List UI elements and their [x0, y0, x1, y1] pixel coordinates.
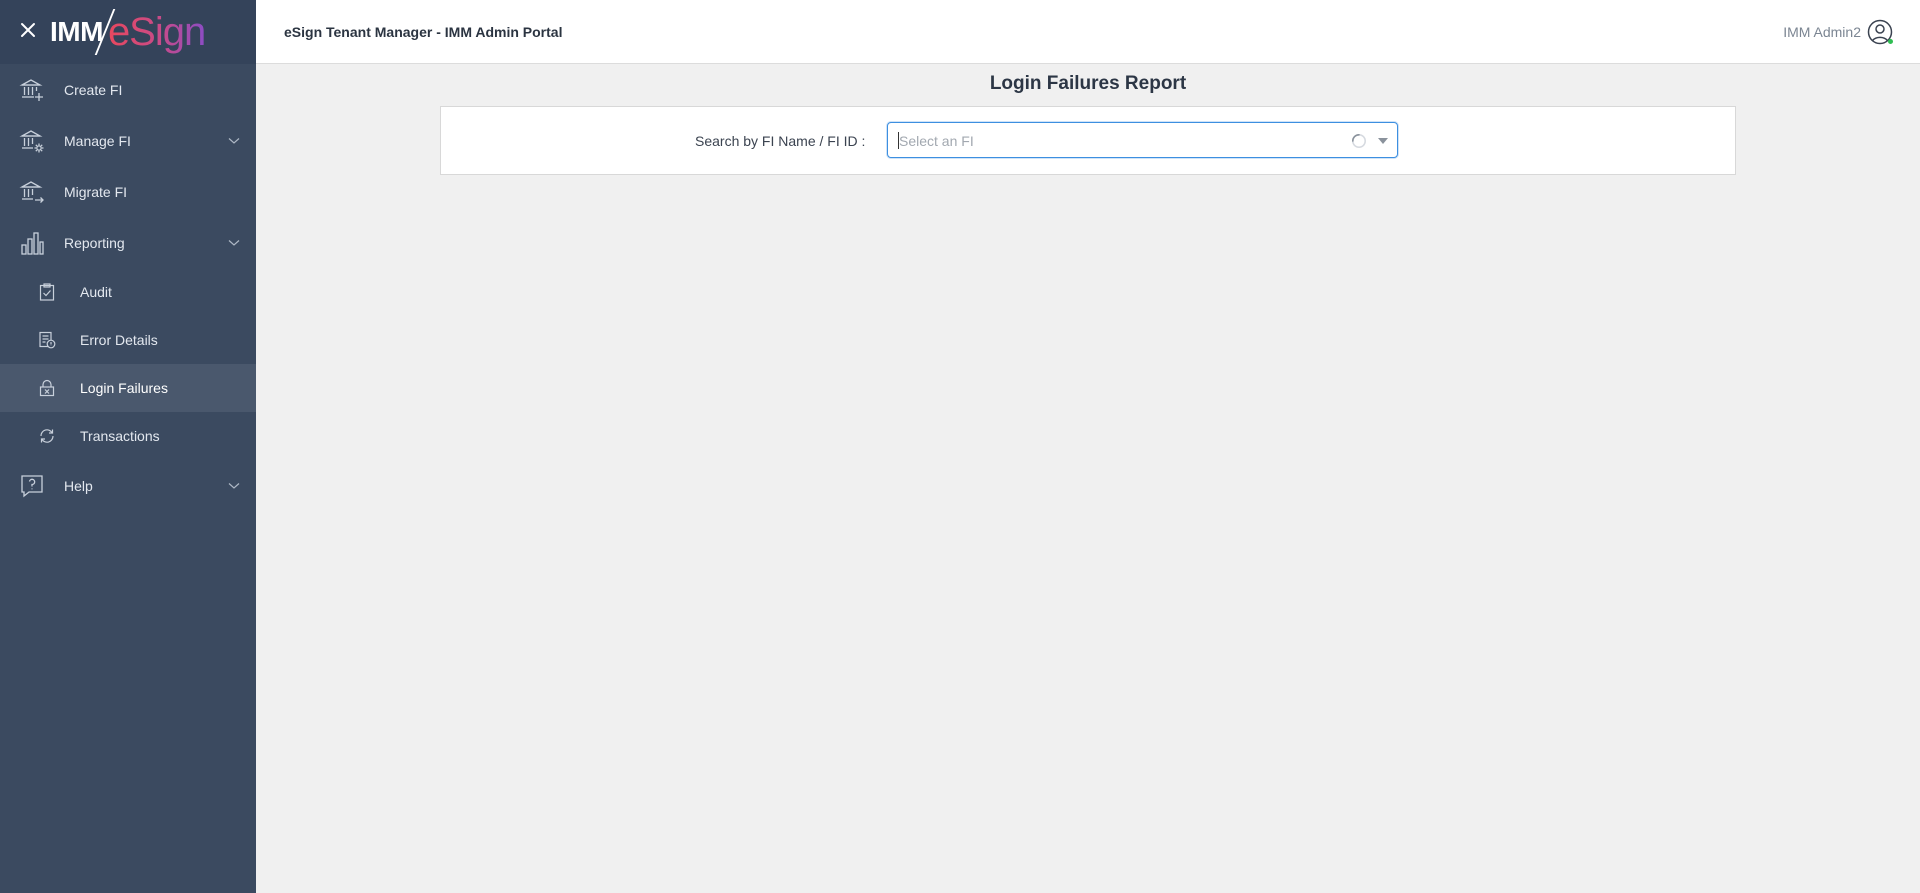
logo-imm-text: IMM: [50, 16, 103, 47]
sidebar-item-label: Transactions: [80, 428, 160, 444]
sidebar-item-label: Login Failures: [80, 380, 168, 396]
app-title: eSign Tenant Manager - IMM Admin Portal: [284, 24, 563, 40]
bank-settings-icon: [19, 129, 44, 152]
sidebar-item-label: Manage FI: [64, 132, 131, 149]
user-menu[interactable]: IMM Admin2: [1783, 19, 1893, 45]
sidebar: IMM eSign Create FI Manage FI Migrate FI…: [0, 0, 256, 893]
chevron-down-icon: [228, 239, 240, 246]
clipboard-check-icon: [39, 283, 55, 301]
sidebar-item-reporting[interactable]: Reporting: [0, 217, 256, 268]
sidebar-item-create-fi[interactable]: Create FI: [0, 64, 256, 115]
search-panel: Search by FI Name / FI ID : Select an FI: [440, 106, 1736, 175]
bank-add-icon: [19, 78, 43, 101]
sidebar-item-label: Audit: [80, 284, 112, 300]
fi-select-placeholder: Select an FI: [899, 133, 974, 149]
sidebar-item-transactions[interactable]: Transactions: [0, 412, 256, 460]
brand-bar: IMM eSign: [0, 0, 256, 64]
online-status-dot: [1888, 39, 1893, 44]
loading-spinner-icon: [1352, 134, 1366, 148]
sidebar-item-login-failures[interactable]: Login Failures: [0, 364, 256, 412]
page-title: Login Failures Report: [989, 73, 1187, 94]
sidebar-item-label: Error Details: [80, 332, 158, 348]
sidebar-item-help[interactable]: Help: [0, 460, 256, 511]
bank-migrate-icon: [19, 180, 44, 203]
sidebar-item-migrate-fi[interactable]: Migrate FI: [0, 166, 256, 217]
sidebar-item-audit[interactable]: Audit: [0, 268, 256, 316]
sidebar-item-label: Create FI: [64, 81, 123, 98]
sidebar-item-error-details[interactable]: Error Details: [0, 316, 256, 364]
sidebar-item-manage-fi[interactable]: Manage FI: [0, 115, 256, 166]
bar-chart-icon: [21, 231, 44, 255]
sidebar-nav: Create FI Manage FI Migrate FI Reporting…: [0, 64, 256, 511]
logo-esign-text: eSign: [107, 9, 206, 54]
sidebar-item-label: Reporting: [64, 234, 125, 251]
fi-select[interactable]: Select an FI: [887, 122, 1398, 158]
document-error-icon: [39, 331, 56, 349]
sync-icon: [40, 429, 54, 443]
user-name: IMM Admin2: [1783, 24, 1861, 40]
top-header: eSign Tenant Manager - IMM Admin Portal …: [256, 0, 1920, 64]
imm-esign-logo: IMM eSign: [50, 6, 206, 58]
chevron-down-icon: [228, 482, 240, 489]
close-icon[interactable]: [18, 20, 38, 40]
help-icon: [21, 474, 43, 497]
lock-x-icon: [39, 379, 55, 397]
search-label: Search by FI Name / FI ID :: [695, 133, 866, 149]
sidebar-item-label: Help: [64, 477, 93, 494]
dropdown-arrow-icon[interactable]: [1378, 138, 1388, 144]
sidebar-item-label: Migrate FI: [64, 183, 128, 200]
chevron-down-icon: [228, 137, 240, 144]
avatar: [1867, 19, 1893, 45]
